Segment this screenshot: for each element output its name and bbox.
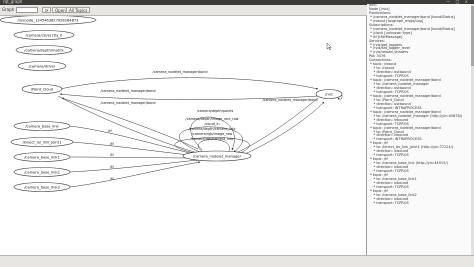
node-labels: /rosnode_1345463627928284873 /camera/csi… [18,18,333,189]
edge-label-image-raw: /camera/rgb/image_raw [192,132,233,136]
edge-label-bond-left: /camera_nodelet_manager/bond [100,89,155,93]
edge-label-rgb-info: /camera/rgb/camera_info [191,137,234,141]
edge-kinect-manager [71,141,199,157]
edge-manager-pointcloud [61,97,199,150]
edge-label-points: /camera/depth/points [197,109,234,113]
all-topics-dropdown[interactable]: All Topics [66,7,91,13]
edge-label-image-rect-raw: /camera/depth/image_rect_raw [186,117,239,121]
node-base-link2-label: /camera_base_link2 [24,170,60,174]
graph-canvas[interactable]: /rosnode_1345463627928284873 /camera/csi… [0,16,367,255]
edge-labels: /camera_nodelet_manager/bond /camera_nod… [100,70,317,181]
node-root-label: /rosnode_1345463627928284873 [18,18,79,22]
edge-label-tf-2: /tf [110,142,114,146]
edge-label-bond-mid: /camera_nodelet_manager/bond [100,101,155,105]
status-bar [0,255,474,267]
node-base-link1-label: /camera_base_link1 [24,155,60,159]
graph-nodes [0,16,343,192]
node-base-link3-label: /camera_base_link3 [24,185,60,189]
graph-svg: /rosnode_1345463627928284873 /camera/csi… [0,16,343,192]
node-rviz-label: /rviz [325,92,333,96]
edge-label-bond-top: /camera_nodelet_manager/bond [152,70,207,74]
edge-rviz-manager [235,97,319,154]
node-info-text: Info: Node [/rviz] Publications: * /camera… [367,4,474,206]
edge-baselink3-manager [69,161,201,188]
info-line: * transport: TCPROS [369,200,409,205]
graph-label: Graph [2,7,15,12]
edge-label-tf-5: /tf [110,177,114,181]
graph-filter-input[interactable] [16,7,38,13]
node-csi-label: /camera/csi/ecctly_0 [26,33,64,37]
node-manager-label: /camera_nodelet_manager [193,154,242,158]
edge-label-tf-4: /tf [110,165,114,169]
node-camera-driver-label: /camera/driver [29,64,56,68]
edge-baselink1-manager [69,156,199,159]
node-info-panel[interactable]: Info: Node [/rviz] Publications: * /camera… [367,4,474,255]
edge-label-bond-right: /camera_nodelet_manager/bond [262,98,317,102]
node-kinect-joint-label: /kinect_lar_link_joint1 [23,140,62,144]
refresh-button[interactable]: ⟳ [42,7,52,13]
edge-label-cloud-in: /cloud_in [204,122,219,126]
edge-label-tf-3: /tf [110,153,114,157]
edge-label-camera-info: /camera/depth/camera_info [189,127,236,131]
edge-manager-rviz [235,101,325,159]
edge-label-tf-1: /tf [108,129,112,133]
edge-pointcloud-rviz [59,77,319,90]
node-depthmatrix-label: /camera/depth/matrix [24,48,64,52]
node-base-link-label: /camera_base_link [25,124,59,128]
mouse-cursor-icon [326,42,332,51]
node-point-cloud-label: /Point_Cloud [31,87,53,91]
